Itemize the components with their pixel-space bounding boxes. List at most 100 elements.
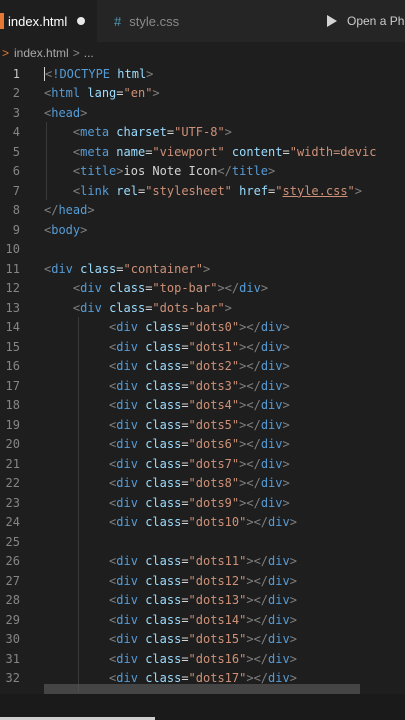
- line-number: 19: [5, 417, 20, 432]
- code-text[interactable]: <div class="dots9"></div>: [44, 496, 290, 510]
- code-line[interactable]: 31 <div class="dots16"></div>: [0, 649, 405, 669]
- line-number: 6: [12, 164, 20, 179]
- code-text[interactable]: <body>: [44, 223, 87, 237]
- code-line[interactable]: 4 <meta charset="UTF-8">: [0, 123, 405, 143]
- open-preview-button[interactable]: Open a Ph: [327, 0, 405, 42]
- code-text[interactable]: <div class="dots10"></div>: [44, 515, 297, 529]
- code-text[interactable]: <link rel="stylesheet" href="style.css">: [44, 184, 362, 198]
- code-line[interactable]: 27 <div class="dots12"></div>: [0, 571, 405, 591]
- line-number: 30: [5, 632, 20, 647]
- code-text[interactable]: <div class="dots14"></div>: [44, 613, 297, 627]
- css-file-icon: #: [114, 13, 122, 29]
- play-icon: [327, 15, 337, 27]
- line-number: 31: [5, 651, 20, 666]
- unsaved-dot-icon[interactable]: [77, 17, 86, 25]
- line-number: 20: [5, 437, 20, 452]
- code-line[interactable]: 6 <title>ios Note Icon</title>: [0, 162, 405, 182]
- tab-bar: index.html # style.css Open a Ph: [0, 0, 405, 43]
- tab-label: index.html: [8, 13, 68, 29]
- line-number: 4: [12, 125, 20, 140]
- code-text[interactable]: <meta name="viewport" content="width=dev…: [44, 145, 377, 159]
- code-text[interactable]: <div class="container">: [44, 262, 210, 276]
- code-line[interactable]: 2 <html lang="en">: [0, 84, 405, 104]
- code-line[interactable]: 8 </head>: [0, 201, 405, 221]
- tab-label: style.css: [129, 13, 180, 29]
- code-text[interactable]: <div class="dots12"></div>: [44, 574, 297, 588]
- code-line[interactable]: 9 <body>: [0, 220, 405, 240]
- code-line[interactable]: 25: [0, 532, 405, 552]
- code-line[interactable]: 1 <!DOCTYPE html>: [0, 64, 405, 84]
- line-number: 15: [5, 339, 20, 354]
- breadcrumb: > index.html > ...: [0, 42, 405, 64]
- code-line[interactable]: 16 <div class="dots2"></div>: [0, 357, 405, 377]
- code-text[interactable]: <div class="dots5"></div>: [44, 418, 290, 432]
- line-number: 3: [12, 105, 20, 120]
- line-number: 16: [5, 359, 20, 374]
- open-preview-label: Open a Ph: [347, 14, 405, 28]
- code-line[interactable]: 11 <div class="container">: [0, 259, 405, 279]
- code-text[interactable]: <div class="dots3"></div>: [44, 379, 290, 393]
- code-editor[interactable]: 1 <!DOCTYPE html> 2 <html lang="en"> 3 <head>…: [0, 64, 405, 694]
- code-text[interactable]: <head>: [44, 106, 87, 120]
- code-line[interactable]: 22 <div class="dots8"></div>: [0, 474, 405, 494]
- code-line[interactable]: 18 <div class="dots4"></div>: [0, 396, 405, 416]
- code-text[interactable]: <div class="dots2"></div>: [44, 359, 290, 373]
- code-text[interactable]: <div class="dots15"></div>: [44, 632, 297, 646]
- line-number: 27: [5, 573, 20, 588]
- code-line[interactable]: 19 <div class="dots5"></div>: [0, 415, 405, 435]
- code-text[interactable]: <div class="dots4"></div>: [44, 398, 290, 412]
- code-line[interactable]: 23 <div class="dots9"></div>: [0, 493, 405, 513]
- line-number: 5: [12, 144, 20, 159]
- line-number: 9: [12, 222, 20, 237]
- code-line[interactable]: 21 <div class="dots7"></div>: [0, 454, 405, 474]
- line-number: 14: [5, 320, 20, 335]
- line-number: 2: [12, 86, 20, 101]
- tab-style-css[interactable]: # style.css: [106, 0, 214, 42]
- line-number: 12: [5, 281, 20, 296]
- code-text[interactable]: <div class="top-bar"></div>: [44, 281, 268, 295]
- html-file-icon: >: [2, 46, 10, 60]
- line-number: 1: [12, 66, 20, 81]
- code-line[interactable]: 30 <div class="dots15"></div>: [0, 630, 405, 650]
- breadcrumb-separator: >: [72, 46, 80, 60]
- code-line[interactable]: 17 <div class="dots3"></div>: [0, 376, 405, 396]
- code-line[interactable]: 24 <div class="dots10"></div>: [0, 513, 405, 533]
- code-text[interactable]: <div class="dots13"></div>: [44, 593, 297, 607]
- code-line[interactable]: 10: [0, 240, 405, 260]
- code-line[interactable]: 29 <div class="dots14"></div>: [0, 610, 405, 630]
- code-line[interactable]: 28 <div class="dots13"></div>: [0, 591, 405, 611]
- code-line[interactable]: 15 <div class="dots1"></div>: [0, 337, 405, 357]
- code-line[interactable]: 7 <link rel="stylesheet" href="style.css…: [0, 181, 405, 201]
- html-file-icon: [0, 13, 4, 29]
- code-text[interactable]: <title>ios Note Icon</title>: [44, 164, 275, 178]
- code-text[interactable]: </head>: [44, 203, 95, 217]
- breadcrumb-file[interactable]: index.html: [14, 46, 69, 60]
- line-number: 26: [5, 554, 20, 569]
- code-line[interactable]: 3 <head>: [0, 103, 405, 123]
- code-line[interactable]: 13 <div class="dots-bar">: [0, 298, 405, 318]
- code-text[interactable]: <meta charset="UTF-8">: [44, 125, 232, 139]
- line-number: 10: [5, 242, 20, 257]
- code-text[interactable]: <div class="dots16"></div>: [44, 652, 297, 666]
- code-text[interactable]: <div class="dots1"></div>: [44, 340, 290, 354]
- code-line[interactable]: 12 <div class="top-bar"></div>: [0, 279, 405, 299]
- line-number: 32: [5, 671, 20, 686]
- code-text[interactable]: <div class="dots7"></div>: [44, 457, 290, 471]
- code-text[interactable]: <div class="dots-bar">: [44, 301, 232, 315]
- code-text[interactable]: <div class="dots6"></div>: [44, 437, 290, 451]
- code-text[interactable]: <!DOCTYPE html>: [44, 67, 153, 81]
- code-line[interactable]: 26 <div class="dots11"></div>: [0, 552, 405, 572]
- code-text[interactable]: <div class="dots11"></div>: [44, 554, 297, 568]
- line-number: 29: [5, 612, 20, 627]
- code-text[interactable]: <html lang="en">: [44, 86, 160, 100]
- breadcrumb-tail[interactable]: ...: [84, 46, 94, 60]
- code-line[interactable]: 20 <div class="dots6"></div>: [0, 435, 405, 455]
- code-line[interactable]: 14 <div class="dots0"></div>: [0, 318, 405, 338]
- code-text[interactable]: <div class="dots0"></div>: [44, 320, 290, 334]
- horizontal-scrollbar[interactable]: [44, 684, 360, 694]
- line-number: 25: [5, 534, 20, 549]
- line-number: 28: [5, 593, 20, 608]
- tab-index-html[interactable]: index.html: [0, 0, 97, 42]
- code-line[interactable]: 5 <meta name="viewport" content="width=d…: [0, 142, 405, 162]
- code-text[interactable]: <div class="dots8"></div>: [44, 476, 290, 490]
